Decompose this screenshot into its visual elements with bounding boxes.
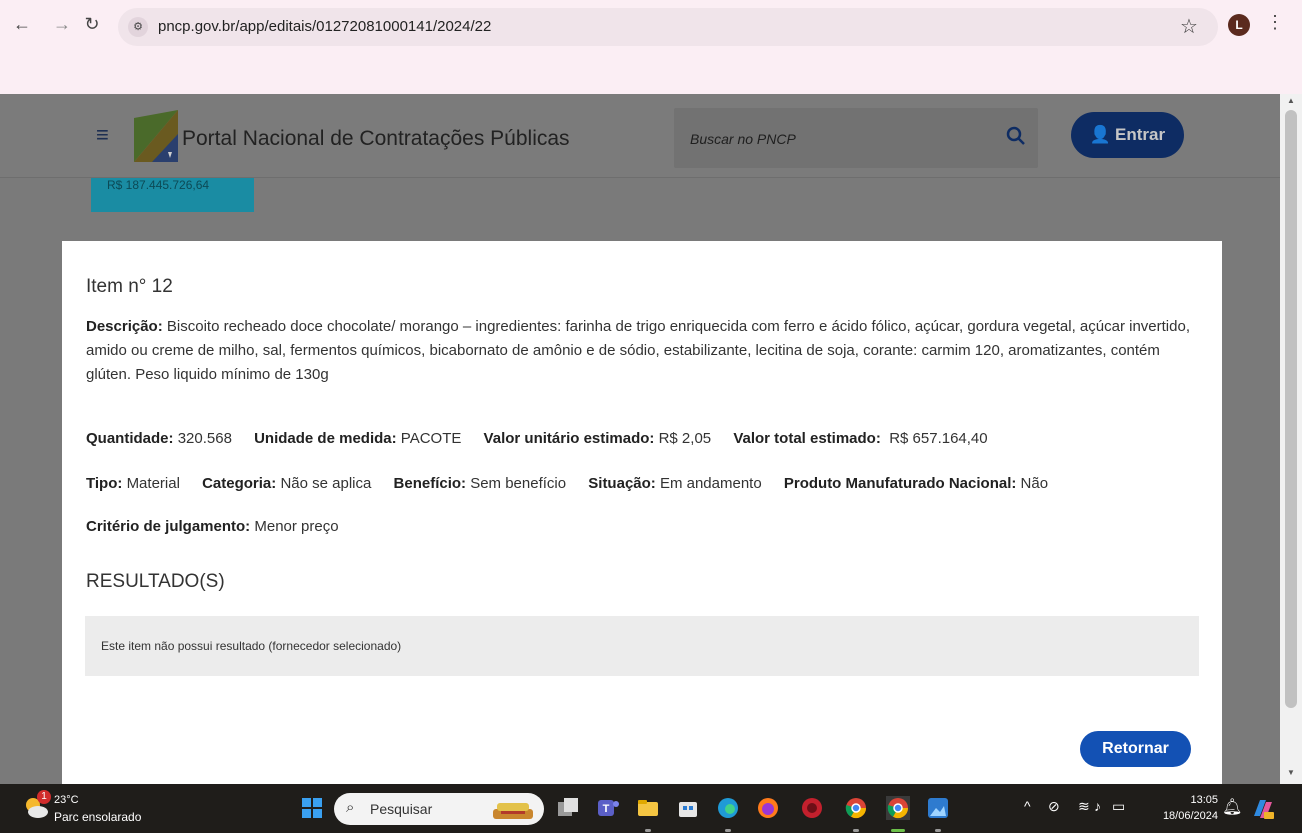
unit-price-value: R$ 2,05	[658, 430, 712, 447]
national-product-label: Produto Manufaturado Nacional:	[783, 475, 1017, 492]
svg-text:T: T	[603, 803, 610, 815]
taskbar-search-icon: ⌕	[346, 799, 355, 816]
weather-temperature[interactable]: 23°C	[54, 794, 79, 806]
volume-icon[interactable]: ♪	[1094, 798, 1101, 814]
bluetooth-off-icon[interactable]: ⊘	[1048, 798, 1060, 815]
type-row: Tipo: Material Categoria: Não se aplica …	[86, 472, 1066, 496]
portal-title[interactable]: Portal Nacional de Contratações Públicas	[182, 127, 570, 151]
wifi-icon[interactable]: ≋	[1078, 798, 1090, 815]
item-description: Descrição: Biscoito recheado doce chocol…	[86, 315, 1206, 387]
battery-icon[interactable]: ▭	[1112, 798, 1125, 815]
pncp-logo[interactable]	[134, 110, 178, 162]
criteria-value: Menor preço	[254, 518, 339, 535]
total-price-value: R$ 657.164,40	[889, 430, 988, 447]
chrome-icon[interactable]	[844, 796, 868, 820]
criteria-row: Critério de julgamento: Menor preço	[86, 515, 339, 539]
total-price-label: Valor total estimado:	[733, 430, 881, 447]
criteria-label: Critério de julgamento:	[86, 518, 251, 535]
copilot-icon[interactable]	[1250, 796, 1276, 822]
no-result-box: Este item não possui resultado (forneced…	[85, 616, 1199, 676]
store-icon[interactable]	[676, 796, 700, 820]
type-label: Tipo:	[86, 475, 123, 492]
back-arrow-icon[interactable]: ←	[10, 12, 34, 36]
category-label: Categoria:	[202, 475, 277, 492]
login-label: Entrar	[1115, 125, 1166, 144]
weather-description[interactable]: Parc ensolarado	[54, 810, 141, 824]
bookmark-star-icon[interactable]: ☆	[1180, 14, 1198, 39]
page-viewport: ≡ Portal Nacional de Contratações Públic…	[0, 94, 1280, 784]
search-placeholder: Buscar no PNCP	[690, 131, 796, 147]
search-icon[interactable]	[1006, 126, 1026, 146]
user-icon: 👤	[1089, 125, 1112, 144]
running-indicator	[725, 829, 731, 832]
show-hidden-icons-icon[interactable]: ^	[1024, 798, 1031, 814]
windows-taskbar: 1 23°C Parc ensolarado ⌕ Pesquisar T ^ ⊘…	[0, 784, 1302, 833]
task-view-icon[interactable]	[556, 796, 580, 820]
profile-avatar[interactable]: L	[1228, 14, 1250, 36]
scroll-up-arrow-icon[interactable]: ▲	[1287, 96, 1295, 105]
windows-start-icon[interactable]	[302, 798, 322, 818]
quantity-label: Quantidade:	[86, 430, 174, 447]
chrome-profile-icon[interactable]	[886, 796, 910, 820]
unit-label: Unidade de medida:	[254, 430, 397, 447]
status-value: Em andamento	[659, 475, 762, 492]
results-heading: RESULTADO(S)	[86, 571, 225, 592]
notification-bell-icon[interactable]: 🔔︎	[1222, 797, 1242, 817]
clock-date: 18/06/2024	[1162, 810, 1218, 822]
reload-icon[interactable]: ↻	[80, 12, 104, 36]
scrollbar-thumb[interactable]	[1285, 110, 1297, 708]
benefit-label: Benefício:	[393, 475, 467, 492]
search-input[interactable]: Buscar no PNCP	[674, 108, 1038, 168]
system-clock[interactable]: 13:05 18/06/2024	[1158, 792, 1218, 824]
teams-icon[interactable]: T	[596, 796, 620, 820]
site-header: ≡ Portal Nacional de Contratações Públic…	[0, 94, 1280, 178]
page-scrollbar[interactable]: ▲ ▼	[1280, 94, 1302, 784]
benefit-value: Sem benefício	[470, 475, 567, 492]
item-title: Item n° 12	[86, 276, 173, 297]
hamburger-menu-icon[interactable]: ≡	[96, 122, 109, 148]
url-text[interactable]: pncp.gov.br/app/editais/01272081000141/2…	[158, 18, 491, 35]
national-product-value: Não	[1020, 475, 1049, 492]
running-indicator	[645, 829, 651, 832]
file-explorer-icon[interactable]	[636, 796, 660, 820]
address-bar[interactable]: ⚙ pncp.gov.br/app/editais/01272081000141…	[118, 8, 1218, 46]
category-value: Não se aplica	[280, 475, 372, 492]
scroll-down-arrow-icon[interactable]: ▼	[1287, 768, 1295, 777]
site-info-icon[interactable]: ⚙	[128, 17, 148, 37]
description-label: Descrição:	[86, 318, 163, 335]
browser-toolbar: ← → ↻ ⚙ pncp.gov.br/app/editais/01272081…	[0, 0, 1302, 94]
value-tile-text: R$ 187.445.726,64	[107, 178, 210, 192]
no-result-text: Este item não possui resultado (forneced…	[101, 639, 402, 653]
photos-icon[interactable]	[926, 796, 950, 820]
item-detail-modal: Item n° 12 Descrição: Biscoito recheado …	[62, 241, 1222, 784]
status-label: Situação:	[588, 475, 656, 492]
forward-arrow-icon[interactable]: →	[50, 12, 74, 36]
weather-badge: 1	[37, 790, 51, 804]
quantity-row: Quantidade: 320.568 Unidade de medida: P…	[86, 427, 1006, 451]
search-highlight-icon	[493, 803, 533, 819]
clock-time: 13:05	[1190, 794, 1218, 806]
running-indicator	[935, 829, 941, 832]
taskbar-search[interactable]: ⌕ Pesquisar	[334, 793, 544, 825]
taskbar-search-label: Pesquisar	[370, 801, 433, 817]
login-button[interactable]: 👤 Entrar	[1071, 112, 1184, 158]
value-tile: R$ 187.445.726,64	[91, 178, 254, 212]
running-indicator	[853, 829, 859, 832]
description-value: Biscoito recheado doce chocolate/ morang…	[86, 318, 1190, 383]
unit-value: PACOTE	[400, 430, 462, 447]
quantity-value: 320.568	[177, 430, 232, 447]
app-red-icon[interactable]	[800, 796, 824, 820]
active-indicator	[891, 829, 905, 832]
unit-price-label: Valor unitário estimado:	[483, 430, 655, 447]
firefox-icon[interactable]	[756, 796, 780, 820]
type-value: Material	[126, 475, 180, 492]
return-button[interactable]: Retornar	[1080, 731, 1191, 767]
edge-icon[interactable]	[716, 796, 740, 820]
browser-menu-icon[interactable]: ⋮	[1266, 12, 1284, 33]
